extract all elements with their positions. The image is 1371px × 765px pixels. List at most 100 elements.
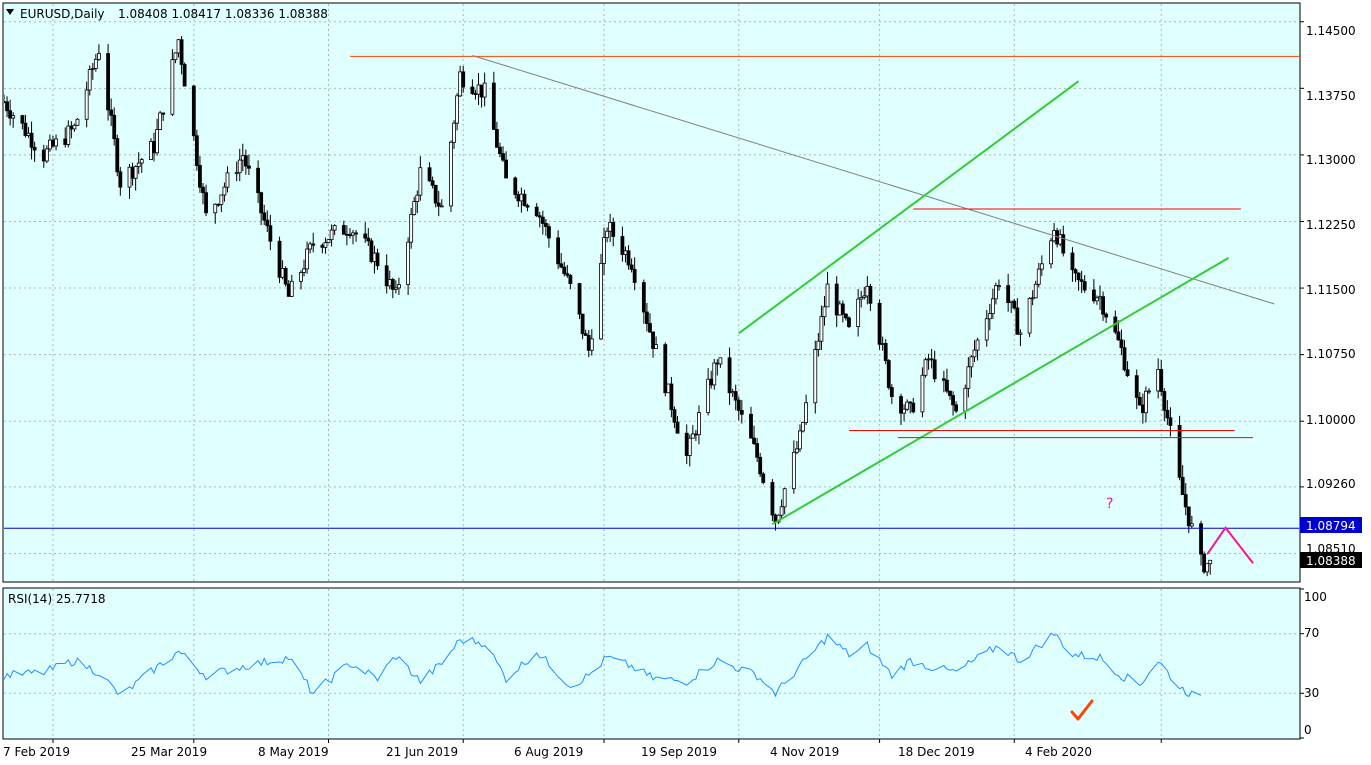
- candle-body-242: [1033, 283, 1038, 299]
- candle-body-127: [540, 216, 545, 224]
- candle-body-75: [320, 244, 325, 248]
- candle-body-116: [494, 129, 499, 148]
- candle-body-281: [1202, 553, 1206, 573]
- candle-body-220: [941, 378, 946, 381]
- candle-body-189: [804, 402, 809, 423]
- candle-body-250: [1070, 252, 1075, 271]
- candle-body-55: [234, 172, 239, 175]
- time-label-5: 6 Aug 2019: [514, 745, 583, 759]
- candle-body-208: [886, 360, 891, 388]
- rsi-tick-100: 100: [1304, 590, 1327, 604]
- candle-body-8: [29, 132, 34, 148]
- candle-body-167: [712, 362, 717, 386]
- candle-body-207: [883, 343, 888, 361]
- candle-body-80: [341, 225, 346, 235]
- candle-body-187: [798, 430, 802, 450]
- candle-body-90: [384, 265, 389, 287]
- candle-body-196: [837, 303, 842, 316]
- candle-body-104: [439, 205, 444, 208]
- candle-body-97: [412, 201, 417, 215]
- candle-body-71: [302, 268, 306, 273]
- candle-body-231: [987, 313, 992, 320]
- candle-body-83: [351, 232, 355, 236]
- candle-body-223: [951, 395, 955, 406]
- candle-body-73: [308, 243, 313, 250]
- candle-body-78: [329, 229, 334, 240]
- candle-body-193: [822, 306, 827, 318]
- price-tick-1: 1.14500: [1306, 24, 1356, 38]
- candle-body-93: [393, 287, 398, 290]
- candle-body-224: [954, 404, 959, 412]
- candle-body-252: [1076, 272, 1081, 281]
- candle-body-98: [415, 194, 420, 202]
- candle-body-245: [1049, 240, 1053, 265]
- candle-body-178: [758, 456, 763, 475]
- candle-body-200: [856, 298, 861, 327]
- candle-body-35: [149, 141, 153, 160]
- candle-body-258: [1101, 296, 1105, 315]
- candle-body-272: [1162, 391, 1167, 411]
- time-label-7: 4 Nov 2019: [770, 745, 839, 759]
- candle-body-209: [889, 387, 894, 397]
- time-label-4: 21 Jun 2019: [386, 745, 458, 759]
- candle-body-103: [436, 202, 441, 207]
- candle-body-130: [556, 237, 561, 265]
- rsi-title: RSI(14) 25.7718: [8, 592, 106, 606]
- candle-body-30: [127, 166, 132, 188]
- candle-body-40: [170, 59, 175, 115]
- candle-body-244: [1039, 263, 1044, 270]
- candle-body-225: [963, 387, 968, 412]
- candle-body-230: [984, 318, 989, 341]
- candle-body-99: [418, 167, 423, 196]
- candle-body-139: [589, 338, 594, 351]
- candle-body-214: [911, 402, 916, 413]
- candle-body-70: [299, 272, 303, 282]
- candle-body-2: [5, 101, 9, 112]
- candle-body-270: [1156, 369, 1161, 392]
- candle-body-171: [730, 391, 735, 394]
- candle-body-146: [623, 250, 628, 255]
- candle-body-91: [387, 279, 392, 287]
- candle-body-179: [761, 473, 766, 483]
- candle-body-14: [54, 138, 58, 147]
- candle-body-17: [69, 125, 74, 130]
- candle-body-25: [106, 53, 110, 111]
- candle-body-166: [709, 378, 714, 386]
- candle-body-101: [430, 180, 435, 186]
- candle-body-211: [902, 408, 906, 414]
- candle-body-106: [452, 122, 456, 143]
- candle-body-261: [1116, 331, 1121, 341]
- candle-body-27: [112, 114, 117, 140]
- candle-body-51: [216, 203, 221, 206]
- price-axis: 1.14500 1.13750 1.13000 1.12250 1.11500 …: [1300, 24, 1362, 568]
- candle-body-69: [289, 280, 294, 297]
- candle-body-213: [908, 401, 913, 404]
- candle-body-21: [87, 69, 92, 91]
- candle-body-11: [44, 148, 49, 162]
- candle-body-279: [1189, 523, 1194, 527]
- candle-body-123: [522, 193, 527, 206]
- candle-body-72: [305, 248, 309, 270]
- candle-body-19: [75, 118, 80, 126]
- price-tick-3: 1.13000: [1306, 153, 1356, 167]
- candle-body-113: [479, 84, 484, 98]
- candle-body-212: [905, 401, 910, 410]
- candle-body-154: [654, 344, 658, 349]
- candle-body-195: [834, 283, 839, 316]
- candle-body-131: [559, 263, 564, 268]
- candle-body-110: [470, 86, 475, 94]
- candle-body-241: [1030, 297, 1035, 300]
- price-tick-7: 1.10000: [1306, 413, 1356, 427]
- candle-body-235: [1006, 285, 1011, 304]
- candle-body-140: [599, 263, 603, 340]
- candle-body-176: [752, 437, 756, 444]
- candle-body-165: [706, 378, 711, 414]
- candle-body-271: [1159, 369, 1164, 392]
- candle-body-111: [473, 93, 478, 95]
- candle-body-278: [1186, 506, 1191, 527]
- candle-body-39: [161, 112, 166, 115]
- rsi-axis: 100 70 30 0: [1304, 590, 1327, 737]
- candle-body-61: [259, 192, 264, 214]
- candle-body-143: [608, 222, 613, 232]
- candle-body-273: [1165, 409, 1170, 419]
